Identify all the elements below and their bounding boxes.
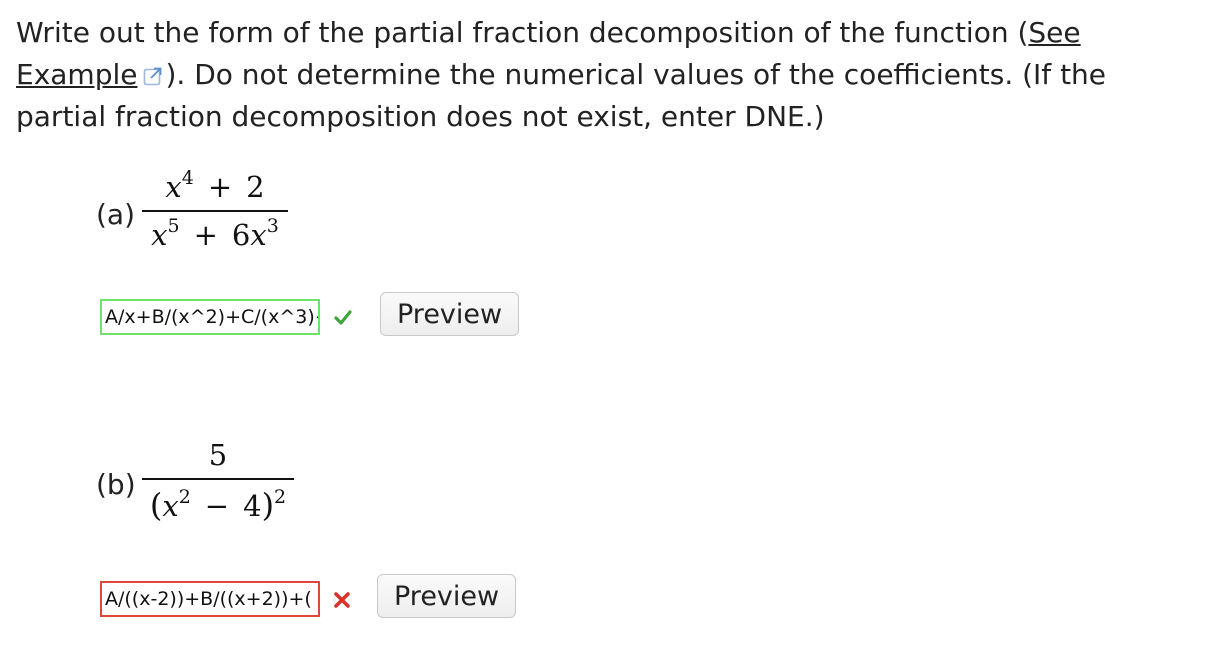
- question-prompt: Write out the form of the partial fracti…: [16, 12, 1166, 138]
- cross-icon: [334, 592, 350, 608]
- exponent: 4: [181, 167, 194, 189]
- open-paren: (: [149, 486, 163, 524]
- constant: 4: [243, 489, 262, 523]
- exponent: 5: [167, 215, 180, 237]
- part-b-expression: 5 (x2−4)2: [142, 438, 294, 524]
- var-x: x: [151, 218, 168, 252]
- var-x: x: [162, 489, 179, 523]
- part-a-expression: x4 +2 x5 +6x3: [142, 167, 288, 253]
- fraction-bar: [142, 210, 288, 212]
- part-b-label: (b): [96, 468, 136, 501]
- operator: +: [193, 218, 218, 252]
- var-x: x: [250, 218, 267, 252]
- checkmark-icon: [334, 310, 352, 325]
- part-b-preview-button[interactable]: Preview: [377, 574, 517, 618]
- exponent: 2: [178, 486, 191, 508]
- outer-exponent: 2: [274, 486, 287, 508]
- close-paren: ): [261, 486, 275, 524]
- constant: 5: [208, 438, 228, 472]
- part-a-numerator: x4 +2: [142, 167, 288, 205]
- part-a-answer-input[interactable]: A/x+B/(x^2)+C/(x^3)+: [100, 299, 320, 335]
- coefficient: 6: [231, 218, 251, 252]
- operator: +: [207, 170, 233, 204]
- var-x: x: [165, 170, 182, 204]
- prompt-text-end: ). Do not determine the numerical values…: [16, 58, 1107, 133]
- operator: −: [204, 489, 230, 523]
- part-a-label: (a): [96, 198, 136, 231]
- part-a-preview-button[interactable]: Preview: [380, 292, 520, 336]
- constant: 2: [246, 170, 265, 204]
- part-b-answer-input[interactable]: A/((x-2))+B/((x+2))+(: [100, 581, 320, 617]
- part-b-numerator: 5: [142, 438, 294, 472]
- part-a-denominator: x5 +6x3: [142, 215, 288, 253]
- prompt-text-start: Write out the form of the partial fracti…: [16, 16, 1029, 49]
- exponent: 3: [266, 215, 279, 237]
- external-link-icon[interactable]: [143, 66, 163, 86]
- part-b-denominator: (x2−4)2: [142, 486, 294, 524]
- fraction-bar: [142, 478, 294, 480]
